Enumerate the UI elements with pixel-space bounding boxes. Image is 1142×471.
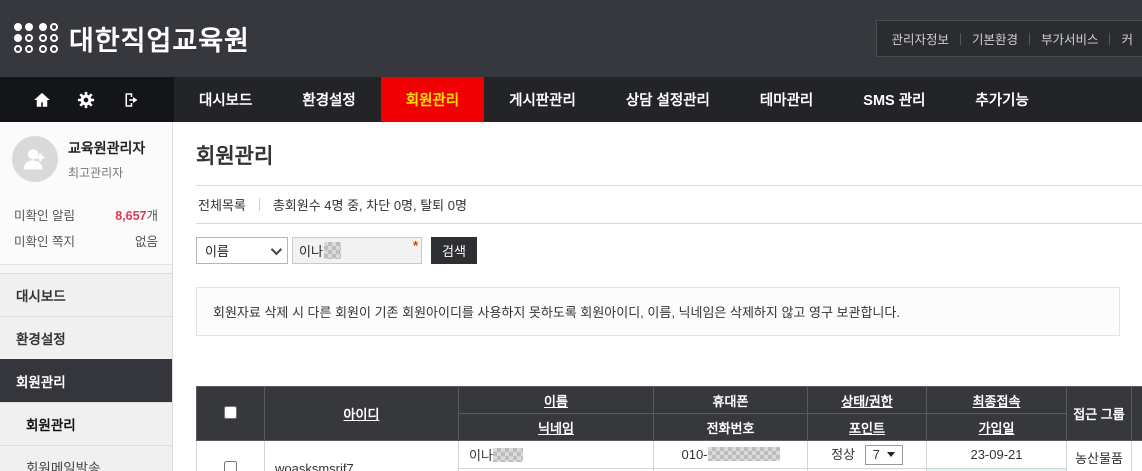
- top-header: 대한직업교육원 관리자정보 기본환경 부가서비스 커: [0, 0, 1142, 77]
- row-checkbox[interactable]: [224, 460, 237, 471]
- cell-status-permission: 정상 7: [807, 440, 927, 469]
- header-points: 포인트: [807, 413, 927, 441]
- cell-member-id: woasksmsrjf7: [264, 440, 459, 471]
- search-row: 이름 이나 * 검색: [196, 237, 1142, 264]
- divider: [959, 32, 961, 45]
- header-phone: 전화번호: [653, 413, 808, 441]
- header-id: 아이디: [264, 386, 459, 441]
- header-status: 상태/권한: [807, 386, 927, 414]
- link-truncated[interactable]: 커: [1121, 29, 1133, 48]
- sidebar-subitem-member-管-manage[interactable]: 회원관리: [0, 402, 172, 445]
- member-count-summary: 총회원수 4명 중, 차단 0명, 탈퇴 0명: [272, 198, 467, 213]
- nav-item-settings[interactable]: 환경설정: [277, 77, 380, 122]
- utility-links: 관리자정보 기본환경 부가서비스 커: [876, 20, 1142, 57]
- unread-messages-label: 미확인 쪽지: [14, 235, 75, 249]
- divider: [1028, 32, 1030, 45]
- header-access-group: 접근 그룹: [1066, 386, 1132, 441]
- required-asterisk: *: [412, 238, 418, 253]
- logout-icon[interactable]: [122, 91, 141, 109]
- brand[interactable]: 대한직업교육원: [14, 19, 250, 58]
- divider: [1109, 32, 1111, 45]
- retention-notice: 회원자료 삭제 시 다른 회원이 기존 회원아이디를 사용하지 못하도록 회원아…: [196, 287, 1120, 336]
- header-select-all-cell: [196, 386, 265, 441]
- redacted-name: [492, 448, 523, 462]
- sidebar-item-settings[interactable]: 환경설정: [0, 316, 172, 359]
- header-clipped-column: [1131, 386, 1142, 441]
- header-name: 이름: [458, 386, 654, 414]
- nav-item-consult[interactable]: 상담 설정관리: [601, 77, 735, 122]
- sidebar: 교육원관리자 최고관리자 미확인 알림 8,657개 미확인 쪽지 없음 대시보…: [0, 122, 173, 471]
- nav-item-theme[interactable]: 테마관리: [735, 77, 838, 122]
- sidebar-item-dashboard[interactable]: 대시보드: [0, 273, 172, 316]
- nav-item-members[interactable]: 회원관리: [380, 77, 485, 122]
- cell-last-access: 23-09-21: [926, 440, 1067, 469]
- member-table: 아이디 이름 휴대폰 상태/권한 최종접속 접근 그룹 닉네임 전화번호 포인트…: [196, 386, 1142, 471]
- redacted-text: [323, 242, 341, 259]
- sidebar-item-members[interactable]: 회원관리: [0, 359, 172, 402]
- chevron-down-icon: [270, 243, 283, 255]
- nav-item-extra[interactable]: 추가기능: [950, 77, 1053, 122]
- cell-name: 이나: [458, 440, 654, 469]
- avatar: [12, 136, 58, 182]
- brand-icon: [14, 23, 59, 54]
- search-category-value: 이름: [205, 244, 229, 259]
- search-query-text: 이나: [299, 244, 323, 259]
- home-icon[interactable]: [33, 91, 51, 109]
- nav-item-sms[interactable]: SMS 관리: [838, 77, 950, 122]
- divider: [258, 198, 260, 211]
- redacted-mobile: [707, 447, 780, 461]
- unread-alerts-label: 미확인 알림: [14, 209, 75, 223]
- profile-name: 교육원관리자: [68, 139, 146, 156]
- link-basic-env[interactable]: 기본환경: [972, 29, 1018, 48]
- unread-alerts-row: 미확인 알림 8,657개: [14, 205, 158, 224]
- brand-title: 대한직업교육원: [69, 26, 250, 56]
- nav-item-boards[interactable]: 게시판관리: [484, 77, 601, 122]
- search-input[interactable]: 이나 *: [292, 237, 422, 264]
- search-category-select[interactable]: 이름: [196, 237, 288, 264]
- unread-alerts-count[interactable]: 8,657: [115, 209, 146, 223]
- header-mobile: 휴대폰: [653, 386, 808, 414]
- list-info-bar: 전체목록 총회원수 4명 중, 차단 0명, 탈퇴 0명: [196, 185, 1142, 224]
- chevron-down-icon: [886, 452, 895, 457]
- row-select-cell: [196, 440, 265, 471]
- nav-icon-group: [0, 77, 174, 122]
- cell-access-group: 농산물품질관리사: [1066, 440, 1132, 471]
- page-title: 회원관리: [196, 145, 274, 168]
- table-row: woasksmsrjf7 이나 010- 정상 7 23-09-21 농산물품: [196, 440, 1142, 471]
- tab-full-list[interactable]: 전체목록: [198, 195, 246, 214]
- cell-mobile: 010-: [653, 440, 808, 469]
- header-nickname: 닉네임: [458, 413, 654, 441]
- header-last-access: 최종접속: [926, 386, 1067, 414]
- unread-messages-value: 없음: [134, 235, 158, 249]
- header-join-date: 가입일: [926, 413, 1067, 441]
- unread-messages-row: 미확인 쪽지 없음: [14, 231, 158, 250]
- permission-select[interactable]: 7: [864, 445, 903, 465]
- profile-card: 교육원관리자 최고관리자: [0, 122, 172, 192]
- alert-summary: 미확인 알림 8,657개 미확인 쪽지 없음: [0, 192, 172, 265]
- sidebar-subitem-member-mail[interactable]: 회원메일발송: [0, 445, 172, 471]
- gear-icon[interactable]: [77, 91, 95, 109]
- select-all-checkbox[interactable]: [224, 405, 237, 419]
- profile-role: 최고관리자: [68, 165, 124, 180]
- link-addon-service[interactable]: 부가서비스: [1041, 29, 1099, 48]
- unread-alerts-suffix: 개: [146, 209, 158, 223]
- nav-item-dashboard[interactable]: 대시보드: [174, 77, 277, 122]
- cell-clipped: [1131, 440, 1142, 471]
- sidebar-menu: 대시보드 환경설정 회원관리 회원관리 회원메일발송 접속자집계 접속자검색: [0, 273, 172, 471]
- link-admin-info[interactable]: 관리자정보: [891, 29, 949, 48]
- main-nav: 대시보드 환경설정 회원관리 게시판관리 상담 설정관리 테마관리 SMS 관리…: [0, 77, 1142, 122]
- main-content: 회원관리 전체목록 총회원수 4명 중, 차단 0명, 탈퇴 0명 이름 이나 …: [173, 122, 1142, 471]
- nav-menu: 대시보드 환경설정 회원관리 게시판관리 상담 설정관리 테마관리 SMS 관리…: [174, 77, 1054, 122]
- admin-screen: 대한직업교육원 관리자정보 기본환경 부가서비스 커 대시보드 환경설정 회원관…: [0, 0, 1142, 471]
- search-button[interactable]: 검색: [431, 237, 477, 264]
